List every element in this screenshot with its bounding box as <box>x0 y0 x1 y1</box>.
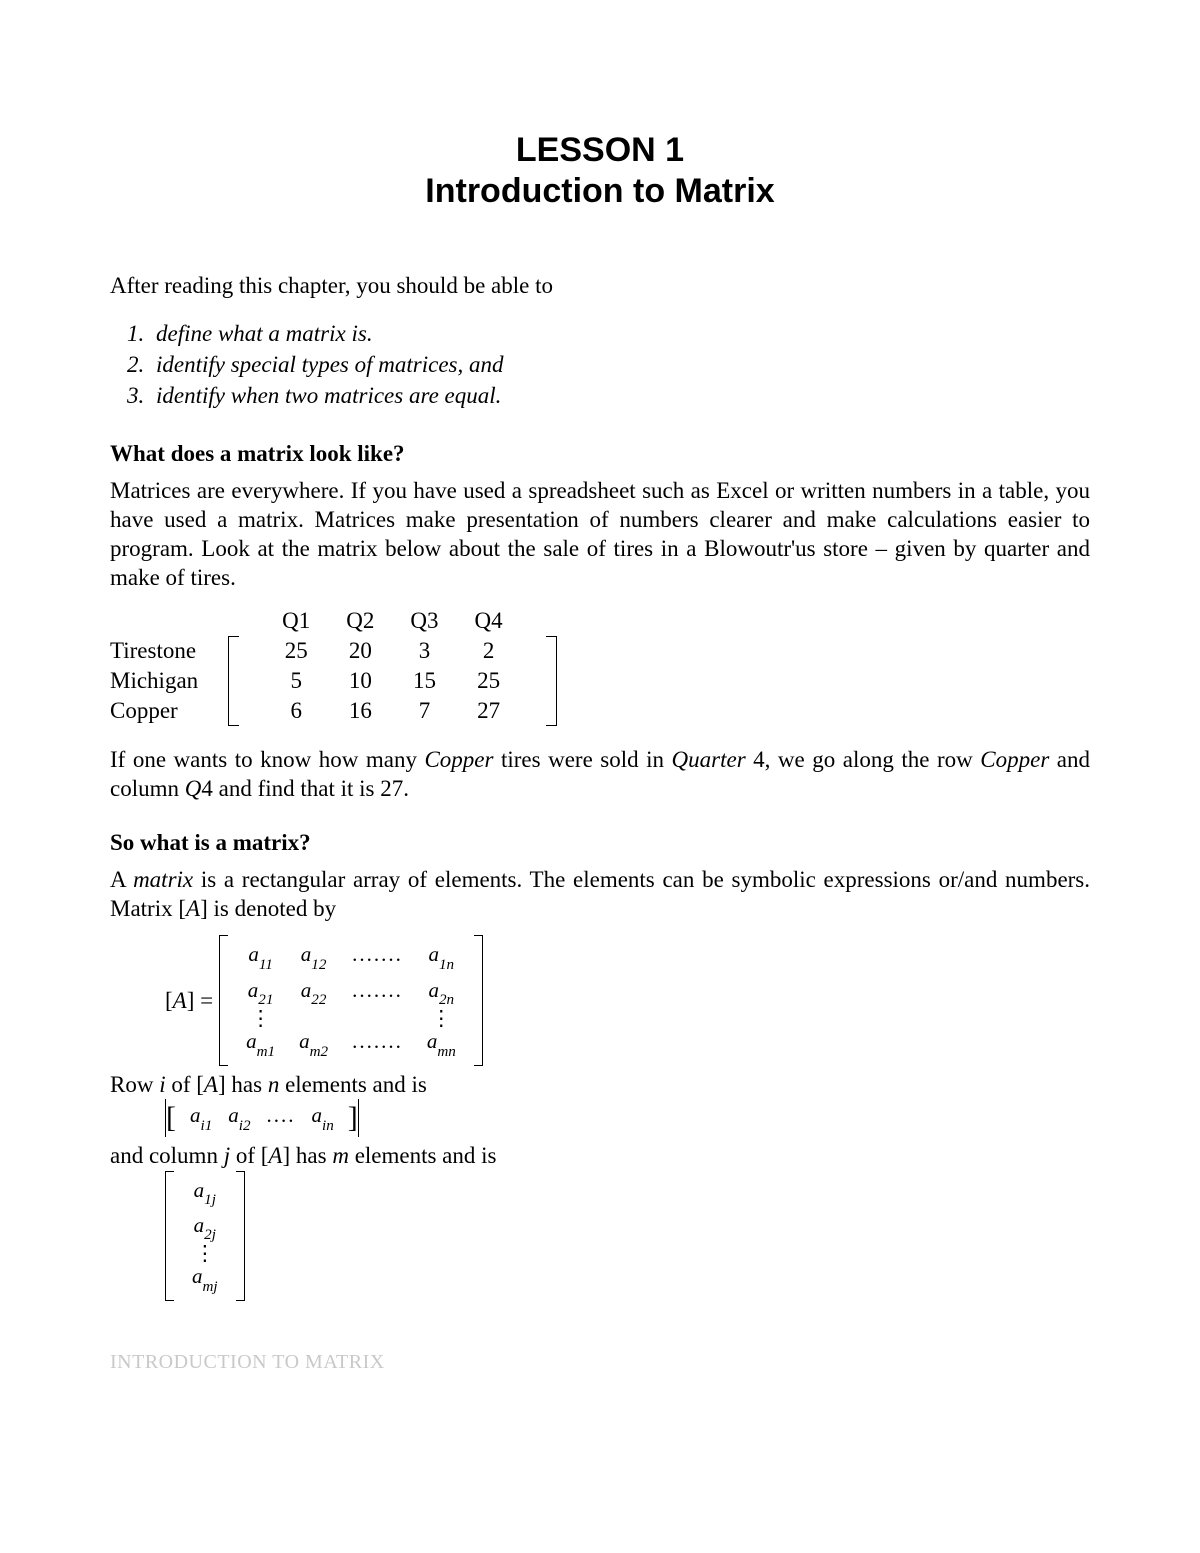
matrix-cell: 10 <box>328 666 392 696</box>
matrix-cell: 7 <box>392 696 456 726</box>
text-italic: Copper <box>424 747 493 772</box>
section-heading: What does a matrix look like? <box>110 441 1090 467</box>
text-italic: Copper <box>980 747 1049 772</box>
matrix-cell: 20 <box>328 636 392 666</box>
matrix-A-definition: [A] = a11 a12 ....... a1n a21 a22 ......… <box>165 935 1090 1065</box>
text: 4, we go along the row <box>746 747 981 772</box>
page-footer: INTRODUCTION TO MATRIX <box>110 1351 1090 1374</box>
text: tires were sold in <box>493 747 671 772</box>
objective-item: identify when two matrices are equal. <box>150 380 1090 411</box>
lesson-number: LESSON 1 <box>110 130 1090 171</box>
row-desc: Row i of [A] has n elements and is <box>110 1070 1090 1100</box>
matrix-cell: 3 <box>392 636 456 666</box>
tire-matrix: Q1 Q2 Q3 Q4 Tirestone 25 20 3 2 Michigan… <box>110 606 1090 726</box>
col-vector: a1j a2j ⋮ amj <box>165 1171 1090 1301</box>
matrix-cell: 6 <box>264 696 328 726</box>
title-block: LESSON 1 Introduction to Matrix <box>110 130 1090 212</box>
objective-item: identify special types of matrices, and <box>150 349 1090 380</box>
row-label: Tirestone <box>110 636 228 666</box>
matrix-A-body: a11 a12 ....... a1n a21 a22 ....... a2n … <box>228 935 474 1065</box>
col-header: Q4 <box>457 606 521 636</box>
section1-para: Matrices are everywhere. If you have use… <box>110 477 1090 592</box>
section-heading: So what is a matrix? <box>110 830 1090 856</box>
text-italic: matrix <box>133 867 193 892</box>
matrix-cell: 27 <box>457 696 521 726</box>
intro-text: After reading this chapter, you should b… <box>110 272 1090 301</box>
col-header: Q2 <box>328 606 392 636</box>
matrix-cell: 15 <box>392 666 456 696</box>
section2-para: A matrix is a rectangular array of eleme… <box>110 866 1090 924</box>
col-desc: and column j of [A] has m elements and i… <box>110 1141 1090 1171</box>
col-header: Q1 <box>264 606 328 636</box>
row-label: Copper <box>110 696 228 726</box>
objective-item: define what a matrix is. <box>150 318 1090 349</box>
objectives-list: define what a matrix is. identify specia… <box>150 318 1090 411</box>
eqn-lhs: [A] = <box>165 988 213 1014</box>
text: ] is denoted by <box>200 896 336 921</box>
text: If one wants to know how many <box>110 747 424 772</box>
text-italic: A <box>186 896 200 921</box>
lesson-title: Introduction to Matrix <box>110 171 1090 212</box>
text: 4 and find that it is 27. <box>201 776 409 801</box>
document-page: LESSON 1 Introduction to Matrix After re… <box>0 0 1200 1434</box>
row-vector: ai1 ai2 .... ain <box>165 1099 1090 1136</box>
matrix-cell: 16 <box>328 696 392 726</box>
text-italic: Quarter <box>672 747 746 772</box>
text: A <box>110 867 133 892</box>
text-italic: Q <box>185 776 202 801</box>
row-label: Michigan <box>110 666 228 696</box>
col-header: Q3 <box>392 606 456 636</box>
matrix-cell: 5 <box>264 666 328 696</box>
matrix-cell: 25 <box>264 636 328 666</box>
section1-followup: If one wants to know how many Copper tir… <box>110 746 1090 804</box>
matrix-cell: 2 <box>457 636 521 666</box>
matrix-cell: 25 <box>457 666 521 696</box>
